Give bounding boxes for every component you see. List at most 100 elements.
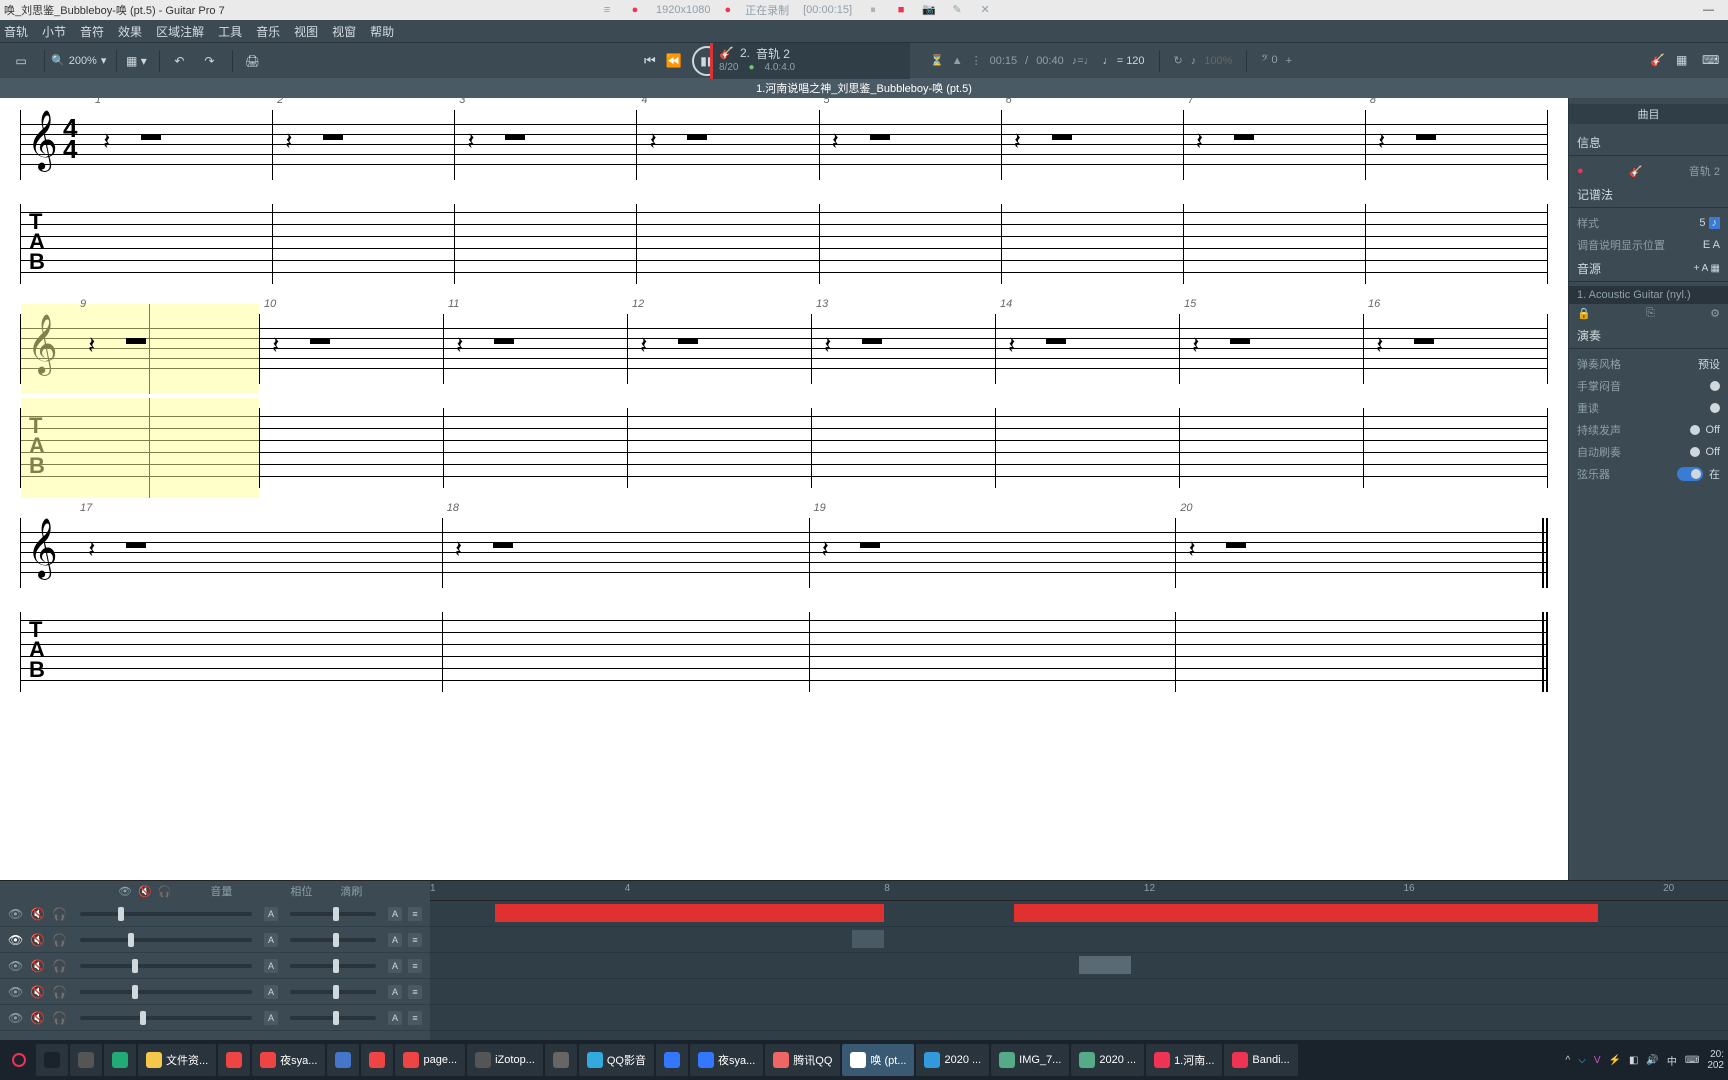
clip[interactable] (495, 904, 884, 922)
tuner-icon[interactable]: 🎸 (1650, 53, 1666, 69)
menu-工具[interactable]: 工具 (218, 23, 242, 40)
measure-15[interactable]: 15𝄽 (1180, 314, 1364, 384)
tab-measure-14[interactable] (996, 408, 1180, 488)
measure-17[interactable]: 17𝄽 (76, 518, 443, 588)
chevron-up-icon[interactable]: ^ (1566, 1055, 1571, 1066)
hamburger-icon[interactable]: ≡ (600, 3, 614, 17)
link-icon[interactable]: ⎘ (1646, 307, 1655, 320)
measure-9[interactable]: 9𝄽 (76, 314, 260, 384)
performance-section-header[interactable]: 演奏 (1569, 323, 1728, 349)
score-canvas[interactable]: 𝄞441𝄽2𝄽3𝄽4𝄽5𝄽6𝄽7𝄽8𝄽TAB𝄞9𝄽10𝄽11𝄽12𝄽13𝄽14𝄽… (0, 98, 1568, 880)
track-lanes[interactable]: 148121620 (430, 881, 1728, 1040)
measure-4[interactable]: 4𝄽 (637, 110, 819, 180)
waveform-icon[interactable]: ≡ (408, 985, 422, 999)
waveform-icon[interactable]: ≡ (408, 933, 422, 947)
taskbar-item-4[interactable] (218, 1044, 250, 1076)
menu-小节[interactable]: 小节 (42, 23, 66, 40)
perf-row-5[interactable]: 弦乐器在 (1569, 463, 1728, 485)
notation-section-header[interactable]: 记谱法 (1569, 182, 1728, 208)
tab-measure-10[interactable] (260, 408, 444, 488)
measure-13[interactable]: 13𝄽 (812, 314, 996, 384)
keyboard-tray-icon[interactable]: ⌨ (1685, 1055, 1699, 1066)
mute-icon[interactable]: 🔇 (30, 1011, 46, 1025)
menu-帮助[interactable]: 帮助 (370, 23, 394, 40)
perf-row-1[interactable]: 手掌闷音 (1569, 375, 1728, 397)
tab-measure-12[interactable] (628, 408, 812, 488)
waveform-icon[interactable]: ≡ (408, 959, 422, 973)
taskbar-item-10[interactable] (545, 1044, 577, 1076)
automation-badge[interactable]: A (264, 933, 278, 947)
camera-icon[interactable]: 📷 (922, 3, 936, 17)
measure-2[interactable]: 2𝄽 (273, 110, 455, 180)
menu-效果[interactable]: 效果 (118, 23, 142, 40)
tab-measure-18[interactable] (443, 612, 810, 692)
visibility-icon[interactable]: 👁 (8, 933, 24, 947)
clip[interactable] (1014, 904, 1598, 922)
lane-5[interactable] (430, 1005, 1728, 1031)
taskbar-item-7[interactable] (361, 1044, 393, 1076)
instrument-row[interactable]: 1. Acoustic Guitar (nyl.) (1569, 286, 1728, 304)
speed-pct[interactable]: 100% (1204, 55, 1232, 67)
taskbar-item-5[interactable]: 夜sya... (252, 1044, 325, 1076)
taskbar-item-17[interactable]: IMG_7... (991, 1044, 1069, 1076)
skip-start-icon[interactable]: ⏮ (644, 53, 656, 69)
measure-14[interactable]: 14𝄽 (996, 314, 1180, 384)
min-icon[interactable]: — (1693, 4, 1724, 16)
hourglass-icon[interactable]: ⏳ (930, 54, 944, 67)
perf-row-4[interactable]: 自动刷奏Off (1569, 441, 1728, 463)
undo-button[interactable]: ↶ (166, 48, 192, 74)
loop-icon[interactable]: ↻ (1174, 54, 1183, 67)
taskbar-item-16[interactable]: 2020 ... (916, 1044, 989, 1076)
taskbar-item-18[interactable]: 2020 ... (1071, 1044, 1144, 1076)
tab-measure-13[interactable] (812, 408, 996, 488)
pan-slider[interactable] (290, 1016, 376, 1020)
pause-icon[interactable]: ⏸ (866, 3, 880, 17)
ime-label[interactable]: 中 (1667, 1053, 1677, 1068)
record-button[interactable] (4, 1044, 34, 1076)
measure-11[interactable]: 11𝄽 (444, 314, 628, 384)
measure-6[interactable]: 6𝄽 (1002, 110, 1184, 180)
layout-icon[interactable]: ▦ ▾ (123, 48, 149, 74)
app-tray-icon[interactable]: ◧ (1629, 1055, 1638, 1066)
solo-icon[interactable]: 🎧 (52, 959, 68, 973)
menu-视窗[interactable]: 视窗 (332, 23, 356, 40)
menu-音乐[interactable]: 音乐 (256, 23, 280, 40)
taskbar-item-20[interactable]: Bandi... (1224, 1044, 1297, 1076)
style-row[interactable]: 样式 5 ♪ (1569, 212, 1728, 234)
pan-slider[interactable] (290, 912, 376, 916)
volume-slider[interactable] (80, 964, 252, 968)
rewind-icon[interactable]: ⏪ (666, 53, 682, 69)
tab-measure-8[interactable] (1366, 204, 1548, 284)
volume-slider[interactable] (80, 912, 252, 916)
tab-measure-1[interactable] (91, 204, 273, 284)
mute-icon[interactable]: 🔇 (30, 907, 46, 921)
measure-7[interactable]: 7𝄽 (1184, 110, 1366, 180)
close-rec-icon[interactable]: ✕ (978, 3, 992, 17)
mixer-track-5[interactable]: 👁🔇🎧AA≡ (0, 1005, 430, 1031)
taskbar-item-6[interactable] (327, 1044, 359, 1076)
fretboard-icon[interactable]: ▦ (1676, 53, 1692, 69)
measure-1[interactable]: 1𝄽 (91, 110, 273, 180)
tab-measure-11[interactable] (444, 408, 628, 488)
metronome-icon[interactable]: ▲ (952, 55, 963, 67)
lane-1[interactable] (430, 901, 1728, 927)
clip[interactable] (1079, 956, 1131, 974)
measure-16[interactable]: 16𝄽 (1364, 314, 1548, 384)
plus-icon[interactable]: + (1286, 55, 1292, 67)
measure-20[interactable]: 20𝄽 (1176, 518, 1548, 588)
volume-slider[interactable] (80, 1016, 252, 1020)
tab-measure-15[interactable] (1180, 408, 1364, 488)
pencil-icon[interactable]: ✎ (950, 3, 964, 17)
mute-icon[interactable]: 🔇 (30, 959, 46, 973)
tab-measure-19[interactable] (810, 612, 1177, 692)
visibility-icon[interactable]: 👁 (8, 907, 24, 921)
pan-slider[interactable] (290, 964, 376, 968)
tab-measure-6[interactable] (1002, 204, 1184, 284)
visibility-icon[interactable]: 👁 (8, 985, 24, 999)
perf-row-3[interactable]: 持续发声Off (1569, 419, 1728, 441)
pan-slider[interactable] (290, 938, 376, 942)
taskbar-item-14[interactable]: 腾讯QQ (765, 1044, 840, 1076)
mixer-track-1[interactable]: 👁🔇🎧AA≡ (0, 901, 430, 927)
menu-音符[interactable]: 音符 (80, 23, 104, 40)
taskbar-item-1[interactable] (70, 1044, 102, 1076)
